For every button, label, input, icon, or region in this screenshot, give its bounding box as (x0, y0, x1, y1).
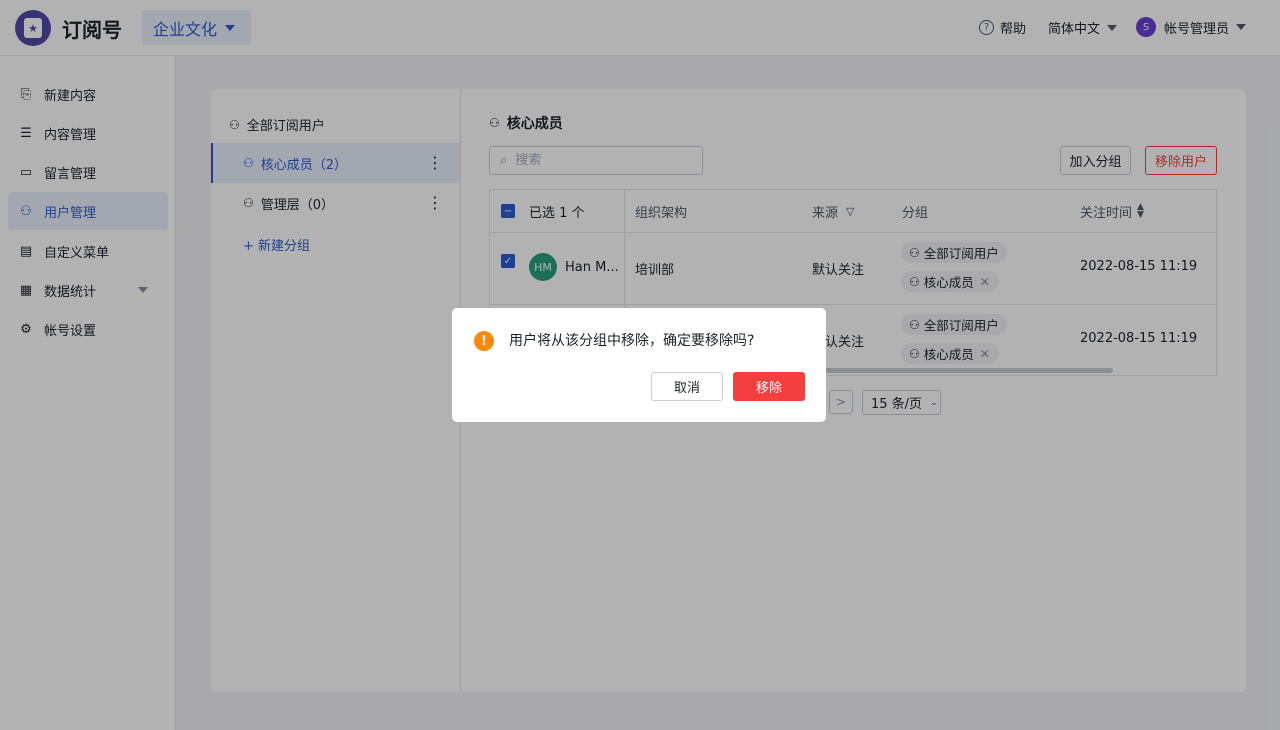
cancel-button[interactable]: 取消 (651, 372, 723, 401)
warning-icon: ! (474, 331, 494, 351)
dialog-message: 用户将从该分组中移除，确定要移除吗? (509, 333, 755, 349)
confirm-remove-button[interactable]: 移除 (733, 372, 805, 401)
confirm-dialog: ! 用户将从该分组中移除，确定要移除吗? 取消 移除 (452, 308, 826, 422)
